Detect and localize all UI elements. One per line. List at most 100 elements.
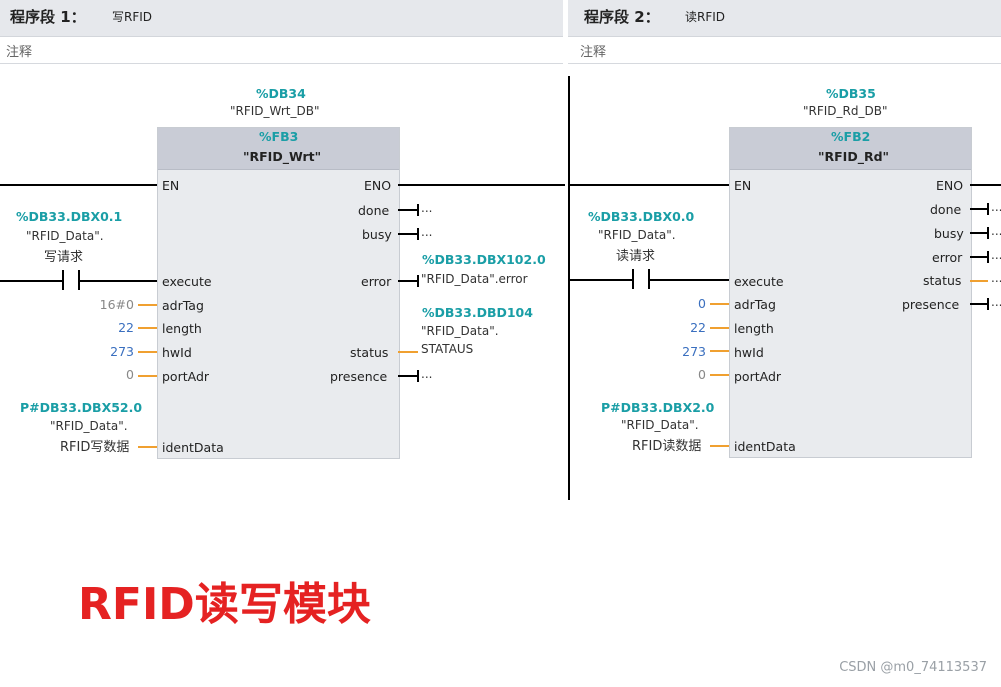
- network-1-status-symbol-name[interactable]: STATAUS: [421, 342, 473, 356]
- network-2-error-wire: [970, 256, 988, 258]
- network-2-pin-execute: execute: [734, 274, 784, 289]
- network-1-busy-value[interactable]: ...: [421, 225, 432, 239]
- network-1-execute-address: %DB33.DBX0.1: [16, 209, 123, 224]
- network-2-contact-wire-left: [570, 279, 632, 281]
- network-2-pin-adrtag: adrTag: [734, 297, 776, 312]
- network-2-presence-stub: [987, 298, 989, 310]
- network-1-contact-bar-left: [62, 270, 64, 290]
- network-1-pin-en: EN: [162, 178, 180, 193]
- network-2-header[interactable]: 程序段 2： 读RFID: [568, 0, 1001, 37]
- network-1-adrtag-value[interactable]: 16#0: [88, 297, 134, 312]
- network-1-presence-wire: [398, 375, 418, 377]
- network-2-busy-stub: [987, 227, 989, 239]
- network-1-instance-db-name: "RFID_Wrt_DB": [230, 104, 320, 118]
- network-1-presence-value[interactable]: ...: [421, 367, 432, 381]
- network-2-hwid-value[interactable]: 273: [660, 344, 706, 359]
- network-2-pin-identdata: identData: [734, 439, 796, 454]
- network-1-pin-presence: presence: [330, 369, 388, 384]
- network-2-hwid-wire: [710, 350, 729, 352]
- network-1-title[interactable]: 写RFID: [112, 8, 152, 25]
- network-1-done-stub: [417, 204, 419, 216]
- network-1-comment-placeholder: 注释: [6, 45, 33, 60]
- network-2-busy-wire: [970, 232, 988, 234]
- network-1-instance-db-address: %DB34: [256, 86, 306, 101]
- network-2-adrtag-wire: [710, 303, 729, 305]
- network-2-instance-db-address: %DB35: [826, 86, 876, 101]
- network-1-error-address: %DB33.DBX102.0: [422, 252, 546, 267]
- network-2-pin-portadr: portAdr: [734, 369, 782, 384]
- network-2-presence-value[interactable]: ...: [991, 295, 1001, 309]
- network-2-length-wire: [710, 327, 729, 329]
- network-2-pin-error: error: [932, 250, 963, 265]
- network-1-function-block[interactable]: [157, 127, 400, 459]
- network-1-error-wire: [398, 280, 418, 282]
- network-2-title[interactable]: 读RFID: [685, 8, 725, 25]
- network-1-pin-eno: ENO: [364, 178, 392, 193]
- network-2-error-value[interactable]: ...: [991, 248, 1001, 262]
- network-1-pin-busy: busy: [362, 227, 392, 242]
- network-1-identdata-symbol: "RFID_Data".: [50, 419, 128, 433]
- network-2-instance-db-name: "RFID_Rd_DB": [803, 104, 888, 118]
- network-2-identdata-symbol: "RFID_Data".: [621, 418, 699, 432]
- network-2-label: 程序段 2：: [584, 8, 660, 26]
- network-2-eno-wire: [970, 184, 1001, 186]
- network-1-length-value[interactable]: 22: [88, 320, 134, 335]
- network-1-error-symbol[interactable]: "RFID_Data".error: [421, 272, 528, 286]
- network-2-fb-address: %FB2: [831, 129, 871, 144]
- network-1-en-wire: [0, 184, 157, 186]
- network-2-execute-symbol-name: 读请求: [616, 249, 656, 264]
- network-2-function-block[interactable]: [729, 127, 972, 458]
- network-2-pin-presence: presence: [902, 297, 960, 312]
- network-1-status-wire: [398, 351, 418, 353]
- network-2-done-value[interactable]: ...: [991, 200, 1001, 214]
- network-2-comment[interactable]: 注释: [568, 37, 1001, 64]
- network-2-execute-address: %DB33.DBX0.0: [588, 209, 695, 224]
- network-1-done-wire: [398, 209, 418, 211]
- network-1-execute-symbol-name: 写请求: [44, 250, 84, 265]
- network-1-pin-length: length: [162, 321, 202, 336]
- network-1-fb-address: %FB3: [259, 129, 299, 144]
- network-2-portadr-wire: [710, 374, 729, 376]
- network-2-execute-symbol: "RFID_Data".: [598, 228, 676, 242]
- network-1-adrtag-wire: [138, 304, 157, 306]
- network-2-identdata-wire: [710, 445, 729, 447]
- network-1-done-value[interactable]: ...: [421, 201, 432, 215]
- watermark: CSDN @m0_74113537: [839, 660, 987, 675]
- network-1-eno-wire: [398, 184, 565, 186]
- network-2-status-value[interactable]: ...: [991, 271, 1001, 285]
- network-2-pin-status: status: [923, 273, 962, 288]
- network-1-pin-execute: execute: [162, 274, 212, 289]
- network-2-power-rail: [568, 76, 570, 500]
- network-1-length-wire: [138, 327, 157, 329]
- network-1-identdata-wire: [138, 446, 157, 448]
- network-1-portadr-wire: [138, 375, 157, 377]
- network-2-comment-placeholder: 注释: [580, 45, 607, 60]
- network-1-identdata-address: P#DB33.DBX52.0: [20, 400, 143, 415]
- network-1-fb-name: "RFID_Wrt": [243, 149, 322, 164]
- network-2-presence-wire: [970, 303, 988, 305]
- network-1-busy-wire: [398, 233, 418, 235]
- network-2-done-wire: [970, 208, 988, 210]
- network-2-identdata-symbol-name: RFID读数据: [632, 439, 702, 454]
- network-2-pin-done: done: [930, 202, 962, 217]
- network-2-pin-en: EN: [734, 178, 752, 193]
- caption-title: RFID读写模块: [78, 579, 371, 630]
- network-2-pin-eno: ENO: [936, 178, 964, 193]
- network-1-label: 程序段 1：: [10, 8, 86, 26]
- network-1-hwid-value[interactable]: 273: [88, 344, 134, 359]
- network-2-done-stub: [987, 203, 989, 215]
- network-1-pin-status: status: [350, 345, 389, 360]
- network-2-portadr-value[interactable]: 0: [660, 367, 706, 382]
- network-2-adrtag-value[interactable]: 0: [660, 296, 706, 311]
- network-2-busy-value[interactable]: ...: [991, 224, 1001, 238]
- network-1-execute-symbol: "RFID_Data".: [26, 229, 104, 243]
- network-2-fb-name: "RFID_Rd": [818, 149, 890, 164]
- network-1-pin-adrtag: adrTag: [162, 298, 204, 313]
- network-1-status-symbol: "RFID_Data".: [421, 324, 499, 338]
- network-2-length-value[interactable]: 22: [660, 320, 706, 335]
- network-1-pin-identdata: identData: [162, 440, 224, 455]
- network-1-header[interactable]: 程序段 1： 写RFID: [0, 0, 563, 37]
- network-1-portadr-value[interactable]: 0: [88, 367, 134, 382]
- network-1-comment[interactable]: 注释: [0, 37, 563, 64]
- network-1-status-address: %DB33.DBD104: [422, 305, 533, 320]
